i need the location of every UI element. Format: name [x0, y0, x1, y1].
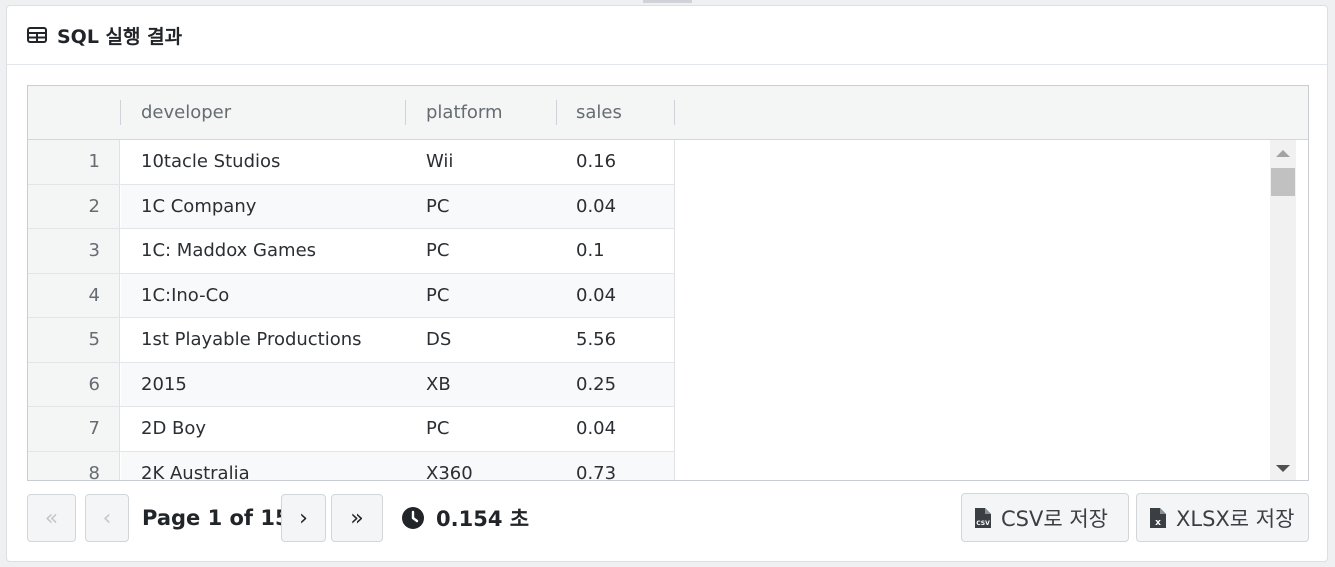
last-page-button[interactable]: »	[331, 494, 383, 542]
column-header-developer[interactable]: developer	[141, 86, 231, 139]
svg-text:CSV: CSV	[976, 520, 990, 527]
save-csv-button[interactable]: CSV CSV로 저장	[961, 493, 1129, 542]
cell-platform[interactable]: X360	[426, 452, 473, 481]
execution-time: 0.154 초	[401, 494, 529, 542]
header-separator	[405, 100, 406, 125]
column-header-sales[interactable]: sales	[576, 86, 622, 139]
table-icon	[27, 27, 47, 43]
column-header-platform[interactable]: platform	[426, 86, 502, 139]
header-separator	[674, 100, 675, 125]
table-row[interactable]: 2 1C Company PC 0.04	[28, 184, 675, 229]
cell-developer[interactable]: 1C:Ino-Co	[141, 274, 229, 318]
cell-sales[interactable]: 0.1	[576, 229, 605, 273]
header-separator	[556, 100, 557, 125]
xlsx-file-icon: x	[1149, 507, 1167, 529]
table-row[interactable]: 7 2D Boy PC 0.04	[28, 407, 675, 452]
save-xlsx-button[interactable]: x XLSX로 저장	[1136, 493, 1309, 542]
save-xlsx-label: XLSX로 저장	[1176, 506, 1295, 531]
scroll-up-arrow-icon[interactable]	[1276, 150, 1290, 157]
row-number: 7	[28, 407, 120, 451]
header-separator	[120, 100, 121, 125]
cell-sales[interactable]: 0.73	[576, 452, 616, 481]
scroll-down-arrow-icon[interactable]	[1276, 465, 1290, 472]
cell-sales[interactable]: 0.04	[576, 185, 616, 229]
grid-header: developer platform sales	[28, 86, 1308, 140]
cell-developer[interactable]: 2K Australia	[141, 452, 250, 481]
cell-sales[interactable]: 5.56	[576, 318, 616, 362]
clock-icon	[401, 506, 425, 530]
grid-footer: « ‹ Page 1 of 15 › » 0.154 초 CSV CSV로 저장…	[27, 493, 1309, 544]
table-row[interactable]: 5 1st Playable Productions DS 5.56	[28, 318, 675, 363]
cell-developer[interactable]: 2D Boy	[141, 407, 206, 451]
cell-developer[interactable]: 10tacle Studios	[141, 140, 280, 184]
sql-result-panel: SQL 실행 결과 developer platform sales 1 10t…	[6, 5, 1328, 562]
cell-developer[interactable]: 1st Playable Productions	[141, 318, 362, 362]
table-row[interactable]: 1 10tacle Studios Wii 0.16	[28, 140, 675, 185]
csv-file-icon: CSV	[974, 507, 992, 529]
cell-developer[interactable]: 1C Company	[141, 185, 256, 229]
row-number: 2	[28, 184, 120, 228]
cell-platform[interactable]: PC	[426, 274, 449, 318]
first-page-button[interactable]: «	[27, 494, 76, 542]
cell-sales[interactable]: 0.04	[576, 407, 616, 451]
save-csv-label: CSV로 저장	[1001, 506, 1108, 531]
cell-platform[interactable]: XB	[426, 363, 451, 407]
cell-sales[interactable]: 0.25	[576, 363, 616, 407]
grid-body: 1 10tacle Studios Wii 0.16 2 1C Company …	[28, 140, 675, 481]
cell-sales[interactable]: 0.04	[576, 274, 616, 318]
top-tab-handle	[643, 0, 692, 3]
table-row[interactable]: 8 2K Australia X360 0.73	[28, 451, 675, 481]
row-number: 4	[28, 273, 120, 317]
row-number: 3	[28, 229, 120, 273]
cell-platform[interactable]: PC	[426, 229, 449, 273]
column-divider	[674, 140, 675, 480]
cell-developer[interactable]: 1C: Maddox Games	[141, 229, 316, 273]
result-grid: developer platform sales 1 10tacle Studi…	[27, 85, 1309, 481]
cell-platform[interactable]: PC	[426, 407, 449, 451]
table-row[interactable]: 4 1C:Ino-Co PC 0.04	[28, 273, 675, 318]
cell-sales[interactable]: 0.16	[576, 140, 616, 184]
vertical-scrollbar[interactable]	[1270, 140, 1296, 480]
cell-platform[interactable]: Wii	[426, 140, 453, 184]
svg-text:x: x	[1155, 518, 1161, 528]
row-number: 8	[28, 451, 120, 480]
execution-time-value: 0.154 초	[436, 507, 530, 531]
panel-title: SQL 실행 결과	[57, 25, 183, 48]
page-indicator: Page 1 of 15	[142, 506, 290, 530]
next-page-button[interactable]: ›	[281, 494, 326, 542]
row-number: 1	[28, 140, 120, 184]
panel-header: SQL 실행 결과	[7, 6, 1327, 65]
prev-page-button[interactable]: ‹	[85, 494, 129, 542]
cell-developer[interactable]: 2015	[141, 363, 187, 407]
row-number: 5	[28, 318, 120, 362]
scrollbar-thumb[interactable]	[1271, 168, 1295, 196]
table-row[interactable]: 3 1C: Maddox Games PC 0.1	[28, 229, 675, 274]
cell-platform[interactable]: DS	[426, 318, 451, 362]
cell-platform[interactable]: PC	[426, 185, 449, 229]
table-row[interactable]: 6 2015 XB 0.25	[28, 362, 675, 407]
row-number: 6	[28, 362, 120, 406]
